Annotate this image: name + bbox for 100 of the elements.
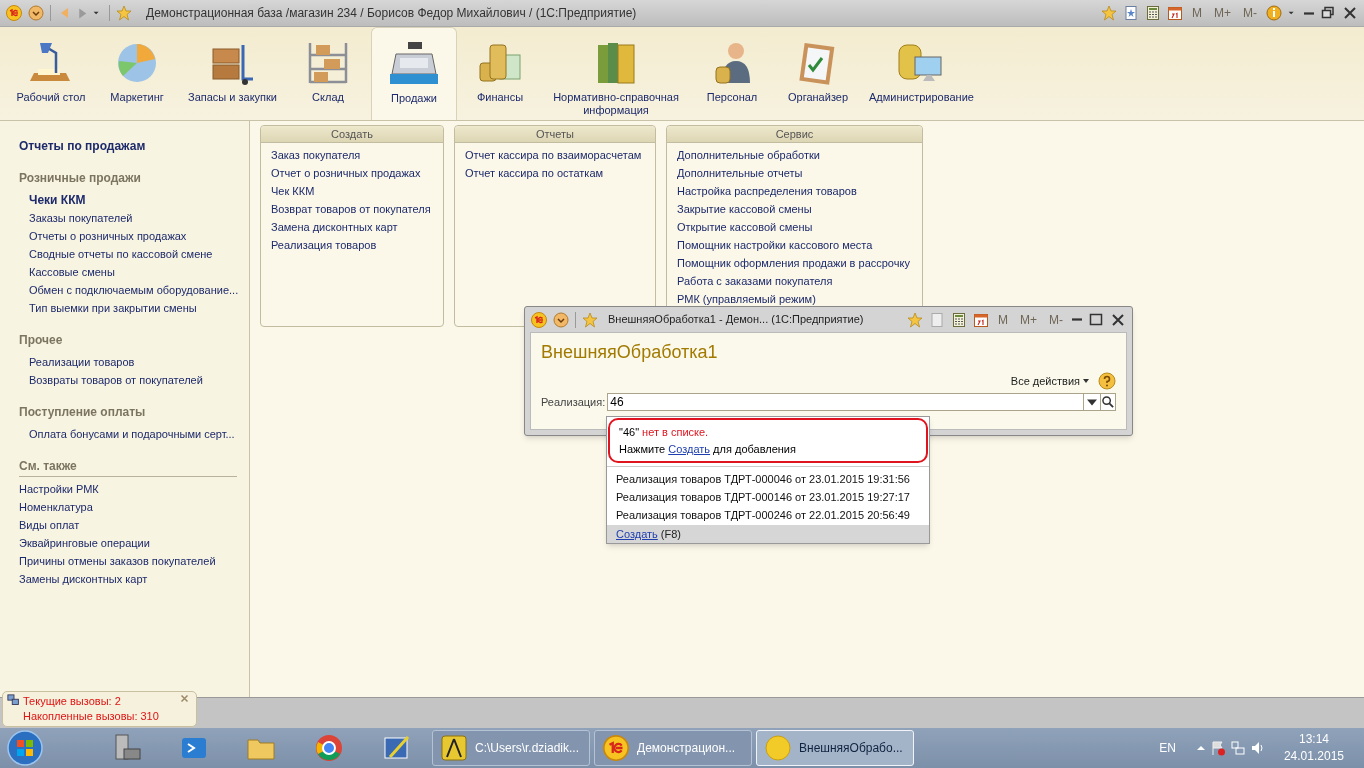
dropdown-button[interactable] <box>1084 393 1100 411</box>
window-title: Демонстрационная база /магазин 234 / Борисов Федор Михайлович / (1С:Предприятие) <box>146 5 637 22</box>
shortcut-hint: (F8) <box>660 527 681 542</box>
group-heading: Поступление оплаты <box>19 404 147 421</box>
memory-button[interactable]: M- <box>1240 4 1260 22</box>
command-link[interactable]: Отчет кассира по остаткам <box>465 164 655 182</box>
command-link[interactable]: Чек ККМ <box>271 182 443 200</box>
group-heading: Розничные продажи <box>19 170 142 187</box>
calls-counter: Текущие вызовы: 2 <box>23 694 122 709</box>
nav-link[interactable]: Чеки ККМ <box>19 191 239 209</box>
nav-link[interactable]: Причины отмены заказов покупателей <box>19 552 239 570</box>
list-item[interactable]: Реализация товаров ТДРТ-000246 от 22.01.2015 20:56:49 <box>607 506 929 524</box>
section-tab[interactable]: Продажи <box>371 27 457 121</box>
create-link[interactable]: Создать <box>616 525 658 543</box>
caret-icon <box>1082 377 1090 385</box>
caret-up-icon <box>1195 743 1206 753</box>
list-item[interactable]: Реализация товаров ТДРТ-000046 от 23.01.2015 19:31:56 <box>607 470 929 488</box>
command-link[interactable]: Заказ покупателя <box>271 146 443 164</box>
all-actions-button[interactable]: Все действия <box>1010 372 1090 390</box>
hint-text: Нажмите <box>619 442 666 455</box>
clock-time: 13:14 <box>1298 731 1329 748</box>
input-field[interactable]: 46 <box>607 393 1084 411</box>
info-icon <box>1266 5 1282 21</box>
minimize-icon <box>1304 11 1314 15</box>
nav-link[interactable]: Настройки РМК <box>19 480 239 498</box>
calculator-icon <box>951 311 967 328</box>
typed-value: "46" <box>619 426 640 438</box>
section-tab[interactable]: Склад <box>285 27 371 121</box>
memory-button[interactable]: M+ <box>1017 310 1040 329</box>
command-link[interactable]: Отчет о розничных продажах <box>271 164 443 182</box>
section-tab[interactable]: Рабочий стол <box>8 27 94 121</box>
nav-link[interactable]: Номенклатура <box>19 498 239 516</box>
command-link[interactable]: Реализация товаров <box>271 236 443 254</box>
star-icon <box>116 5 132 21</box>
section-tab[interactable]: Администрирование <box>861 27 982 121</box>
network-icon <box>1229 740 1246 756</box>
group-heading: См. также <box>19 457 237 477</box>
search-icon <box>1102 396 1114 408</box>
nav-link[interactable]: Возвраты товаров от покупателей <box>19 371 239 389</box>
create-link[interactable]: Создать <box>668 442 711 455</box>
field-label: Реализация: <box>541 394 606 410</box>
bookmark-icon <box>1123 5 1139 21</box>
star-arrow-icon <box>907 311 923 328</box>
network-computers-icon <box>7 694 21 708</box>
command-link[interactable]: Закрытие кассовой смены <box>677 200 922 218</box>
nav-link[interactable]: Обмен с подключаемым оборудование... <box>19 281 239 299</box>
flag-error-icon <box>1209 740 1226 756</box>
clock-date: 24.01.2015 <box>1283 748 1344 765</box>
command-link[interactable]: Отчет кассира по взаиморасчетам <box>465 146 655 164</box>
star-arrow-icon <box>1101 5 1117 21</box>
command-link[interactable]: Замена дисконтных карт <box>271 218 443 236</box>
command-link[interactable]: Помощник настройки кассового места <box>677 236 922 254</box>
command-link[interactable]: Работа с заказами покупателя <box>677 272 922 290</box>
list-item[interactable]: Реализация товаров ТДРТ-000146 от 23.01.2015 19:27:17 <box>607 488 929 506</box>
section-tab[interactable]: Нормативно-справочная информация <box>543 27 689 121</box>
hint-text: для добавления <box>713 442 796 455</box>
nav-link[interactable]: Виды оплат <box>19 516 239 534</box>
nav-link[interactable]: Кассовые смены <box>19 263 239 281</box>
command-link[interactable]: Дополнительные отчеты <box>677 164 922 182</box>
nav-link[interactable]: Эквайринговые операции <box>19 534 239 552</box>
logo-icon <box>6 5 22 21</box>
help-icon <box>1098 372 1116 390</box>
nav-link[interactable]: Заказы покупателей <box>19 209 239 227</box>
nav-link[interactable]: Тип выемки при закрытии смены <box>19 299 239 317</box>
close-icon <box>1342 5 1358 21</box>
group-heading: Прочее <box>19 332 64 349</box>
section-tab[interactable]: Запасы и закупки <box>180 27 285 121</box>
command-link[interactable]: Открытие кассовой смены <box>677 218 922 236</box>
nav-link[interactable]: Реализации товаров <box>19 353 239 371</box>
section-tab[interactable]: Органайзер <box>775 27 861 121</box>
command-link[interactable]: РМК (управляемый режим) <box>677 290 922 308</box>
nav-link[interactable]: Оплата бонусами и подарочными серт... <box>19 425 239 443</box>
command-link[interactable]: Возврат товаров от покупателя <box>271 200 443 218</box>
search-button[interactable] <box>1100 393 1116 411</box>
bookmark-icon <box>929 311 945 328</box>
section-tab[interactable]: Персонал <box>689 27 775 121</box>
calendar-icon <box>973 311 989 328</box>
nav-link[interactable]: Замены дисконтных карт <box>19 570 239 588</box>
memory-button[interactable]: M <box>1189 4 1205 22</box>
memory-button[interactable]: M <box>995 310 1011 329</box>
logo-icon <box>531 311 547 328</box>
close-icon <box>1110 311 1126 328</box>
command-link[interactable]: Дополнительные обработки <box>677 146 922 164</box>
circle-icon <box>765 735 791 761</box>
command-link[interactable]: Помощник оформления продажи в рассрочку <box>677 254 922 272</box>
calculator-icon <box>1145 5 1161 21</box>
form-heading: ВнешняяОбработка1 <box>541 341 719 364</box>
calendar-icon <box>1167 5 1183 21</box>
nav-link[interactable]: Отчеты о розничных продажах <box>19 227 239 245</box>
command-link[interactable]: Настройка распределения товаров <box>677 182 922 200</box>
taskbar-window-button[interactable]: ВнешняяОбрабо... <box>756 730 914 766</box>
nav-link[interactable]: Сводные отчеты по кассовой смене <box>19 245 239 263</box>
restore-icon <box>1320 5 1336 21</box>
speaker-icon <box>1249 740 1266 756</box>
memory-button[interactable]: M- <box>1046 310 1066 329</box>
section-tab[interactable]: Маркетинг <box>94 27 180 121</box>
memory-button[interactable]: M+ <box>1211 4 1234 22</box>
panel-header: Отчеты <box>455 126 655 143</box>
section-tab[interactable]: Финансы <box>457 27 543 121</box>
menu-icon <box>28 5 44 21</box>
